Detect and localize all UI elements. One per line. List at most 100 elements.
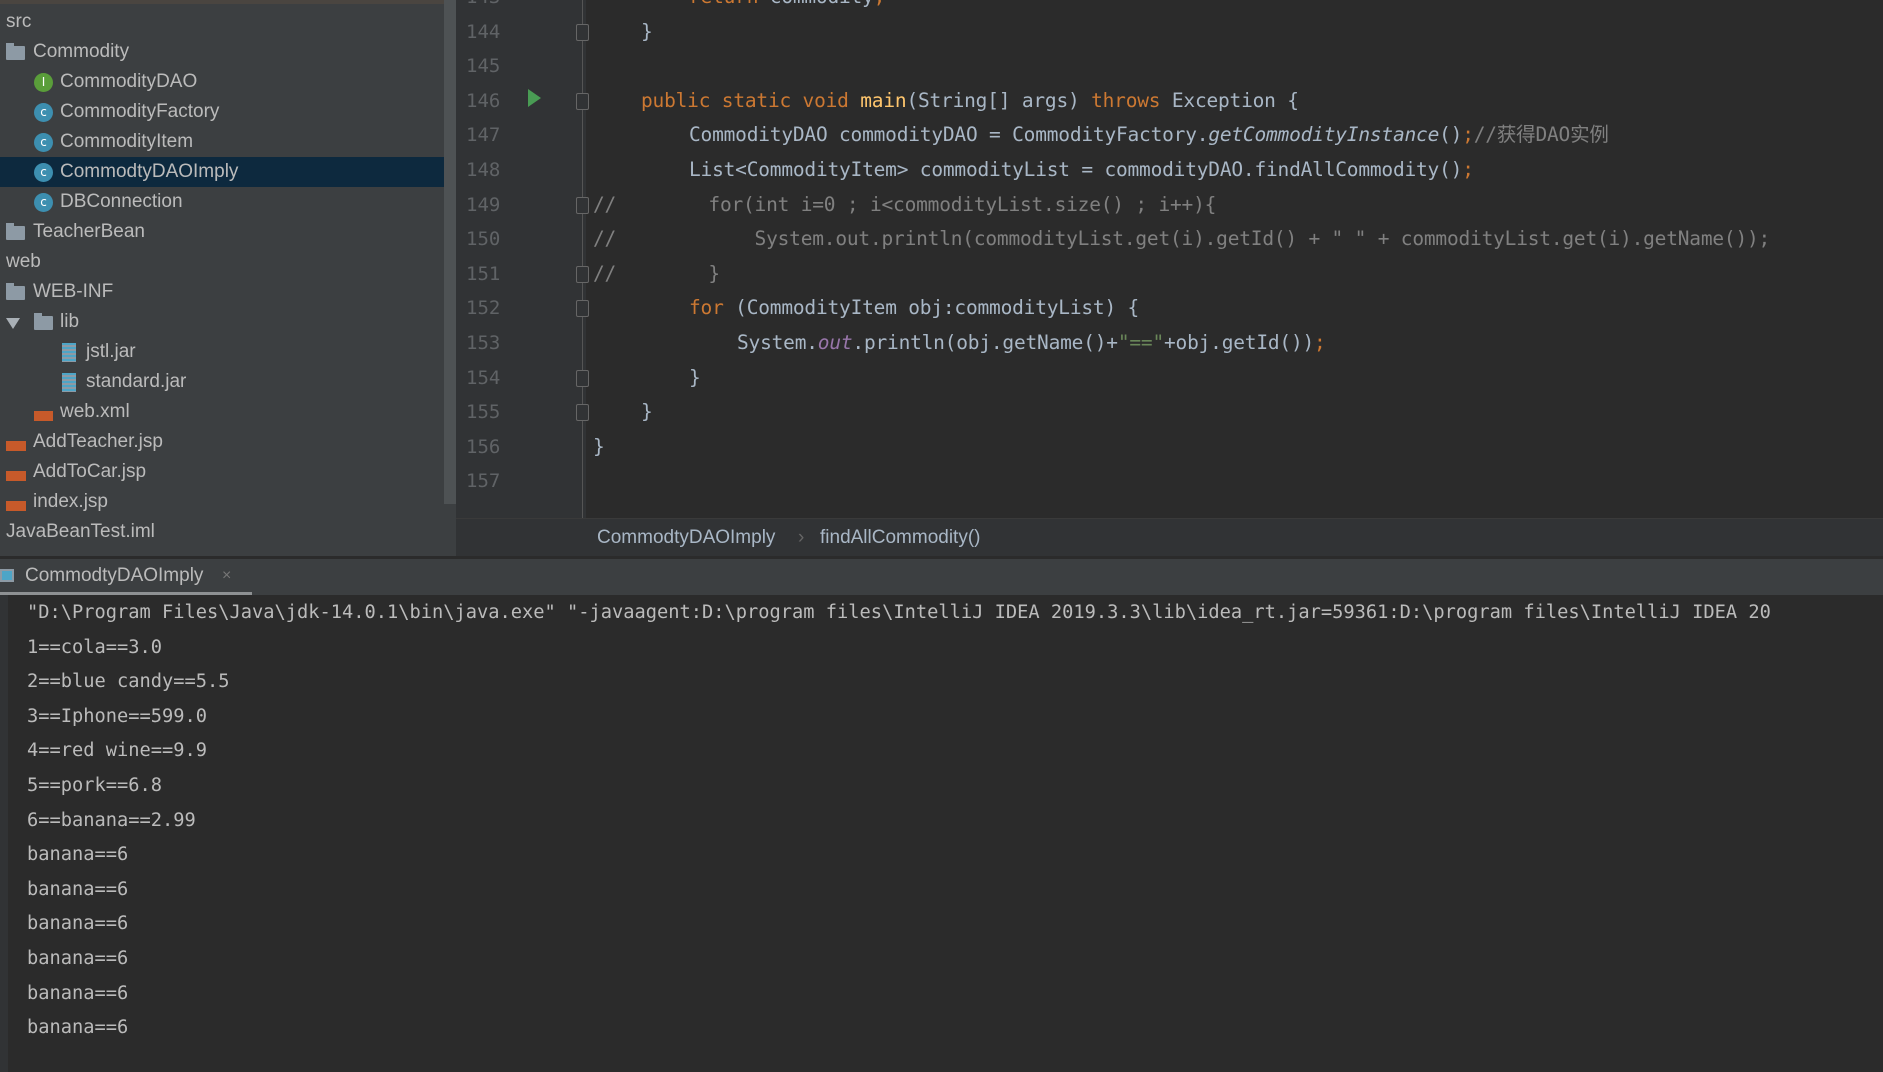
tree-item[interactable]: TeacherBean [0,217,444,247]
code-line[interactable]: public static void main(String[] args) t… [641,84,1299,119]
class-icon: c [34,193,53,212]
code-line[interactable]: // for(int i=0 ; i<commodityList.size() … [593,188,1216,223]
tree-item[interactable]: web [0,247,444,277]
code-token: getCommodityInstance [1208,123,1440,147]
fold-marker-icon[interactable] [576,265,589,283]
tree-item-label: lib [60,311,80,332]
code-token: ; [1462,158,1474,181]
tree-item[interactable]: lib [0,307,444,337]
code-token: ; [874,0,886,8]
tree-item-label: web [6,251,41,272]
fold-marker-icon[interactable] [576,196,589,214]
code-line[interactable]: } [593,430,605,465]
console-line: 3==Iphone==599.0 [27,705,208,727]
tree-item[interactable]: WEB-INF [0,277,444,307]
xml-icon [34,411,53,421]
line-number: 149 [466,193,501,216]
code-token: commodity [770,0,874,8]
project-tree: src Commodity I CommodityDAO c CommodityFacto… [0,0,456,556]
code-token: } [641,400,653,424]
tree-item[interactable]: AddTeacher.jsp [0,427,444,457]
line-number: 155 [466,401,501,424]
project-tree-scrollbar[interactable] [444,0,456,504]
code-line[interactable]: // } [593,257,720,292]
code-token: ; [1314,331,1326,354]
tree-item-label: CommodityDAO [60,71,198,92]
line-number: 152 [466,297,501,320]
code-token: return [689,0,770,8]
close-icon[interactable]: × [222,559,231,593]
line-number: 144 [466,20,501,43]
fold-marker-icon[interactable] [576,92,589,110]
tree-item[interactable]: jstl.jar [0,337,444,367]
console-line: 1==cola==3.0 [27,636,163,658]
run-tab[interactable]: CommodtyDAOImply × [0,559,252,595]
tree-item-label: web.xml [60,401,130,422]
code-line[interactable]: for (CommodityItem obj:commodityList) { [689,291,1139,326]
fold-marker-icon[interactable] [576,23,589,41]
tree-item-label: CommodityFactory [60,101,220,122]
code-line[interactable]: } [689,361,701,396]
code-line[interactable]: return commodity; [689,0,885,15]
fold-marker-icon[interactable] [576,300,589,318]
tree-item[interactable]: JavaBeanTest.iml [0,517,444,547]
code-line[interactable]: // System.out.println(commodityList.get(… [593,222,1770,257]
code-editor[interactable]: 143 return commodity; 144} 145 146 public sta… [456,0,1883,518]
expand-arrow-icon[interactable] [6,318,20,329]
line-number: 154 [466,366,501,389]
folder-icon [34,313,53,330]
folder-icon [6,283,25,300]
tree-item[interactable]: web.xml [0,397,444,427]
code-token: List<CommodityItem> commodityList = comm… [689,158,1463,181]
code-token: ; [1462,123,1474,147]
jsp-icon [6,441,26,451]
tree-item-label: src [6,11,32,32]
tree-item-label: CommodtyDAOImply [60,161,239,182]
breadcrumb-class[interactable]: CommodtyDAOImply [597,519,775,557]
console-line: banana==6 [27,982,129,1004]
code-line[interactable]: System.out.println(obj.getName()+"=="+ob… [737,326,1326,361]
class-icon: c [34,103,53,122]
package-icon [6,43,25,60]
tree-item[interactable]: standard.jar [0,367,444,397]
code-token: "==" [1117,331,1164,354]
run-tab-bar: CommodtyDAOImply × [0,559,1883,595]
line-number: 151 [466,262,501,285]
run-gutter-icon[interactable] [528,89,541,107]
code-token: System. [737,331,818,354]
code-line[interactable]: CommodityDAO commodityDAO = CommodityFac… [689,118,1609,153]
tree-item-label: DBConnection [60,191,183,212]
console-line: "D:\Program Files\Java\jdk-14.0.1\bin\ja… [27,602,1771,623]
breadcrumb-separator: › [798,527,805,548]
console-line: 6==banana==2.99 [27,809,196,831]
fold-marker-icon[interactable] [576,369,589,387]
tree-item-label: AddToCar.jsp [33,461,147,482]
jsp-icon [6,471,26,481]
code-token: // } [593,261,720,285]
tree-item[interactable]: c DBConnection [0,187,444,217]
tree-item-label: CommodityItem [60,131,194,152]
tree-item[interactable]: c CommodtyDAOImply [0,157,444,187]
code-token: public static void [641,88,861,112]
tree-item[interactable]: index.jsp [0,487,444,517]
breadcrumb-method[interactable]: findAllCommodity() [820,519,980,557]
tree-item[interactable]: c CommodityFactory [0,97,444,127]
breadcrumb: CommodtyDAOImply › findAllCommodity() [456,518,1883,556]
fold-marker-icon[interactable] [576,404,589,422]
code-line[interactable]: } [641,395,653,430]
code-token: out [817,331,853,354]
code-token: } [689,365,701,389]
tree-item-label: jstl.jar [86,341,136,362]
line-number: 156 [466,435,501,458]
tree-item[interactable]: src [0,7,444,37]
tree-item[interactable]: c CommodityItem [0,127,444,157]
interface-icon: I [34,73,53,92]
code-line[interactable]: } [641,15,653,50]
tree-item[interactable]: Commodity [0,37,444,67]
console-output[interactable]: "D:\Program Files\Java\jdk-14.0.1\bin\ja… [0,595,1883,1072]
code-token: } [641,19,653,43]
code-line[interactable]: List<CommodityItem> commodityList = comm… [689,153,1474,188]
tree-item[interactable]: AddToCar.jsp [0,457,444,487]
class-icon: c [34,133,53,152]
tree-item[interactable]: I CommodityDAO [0,67,444,97]
